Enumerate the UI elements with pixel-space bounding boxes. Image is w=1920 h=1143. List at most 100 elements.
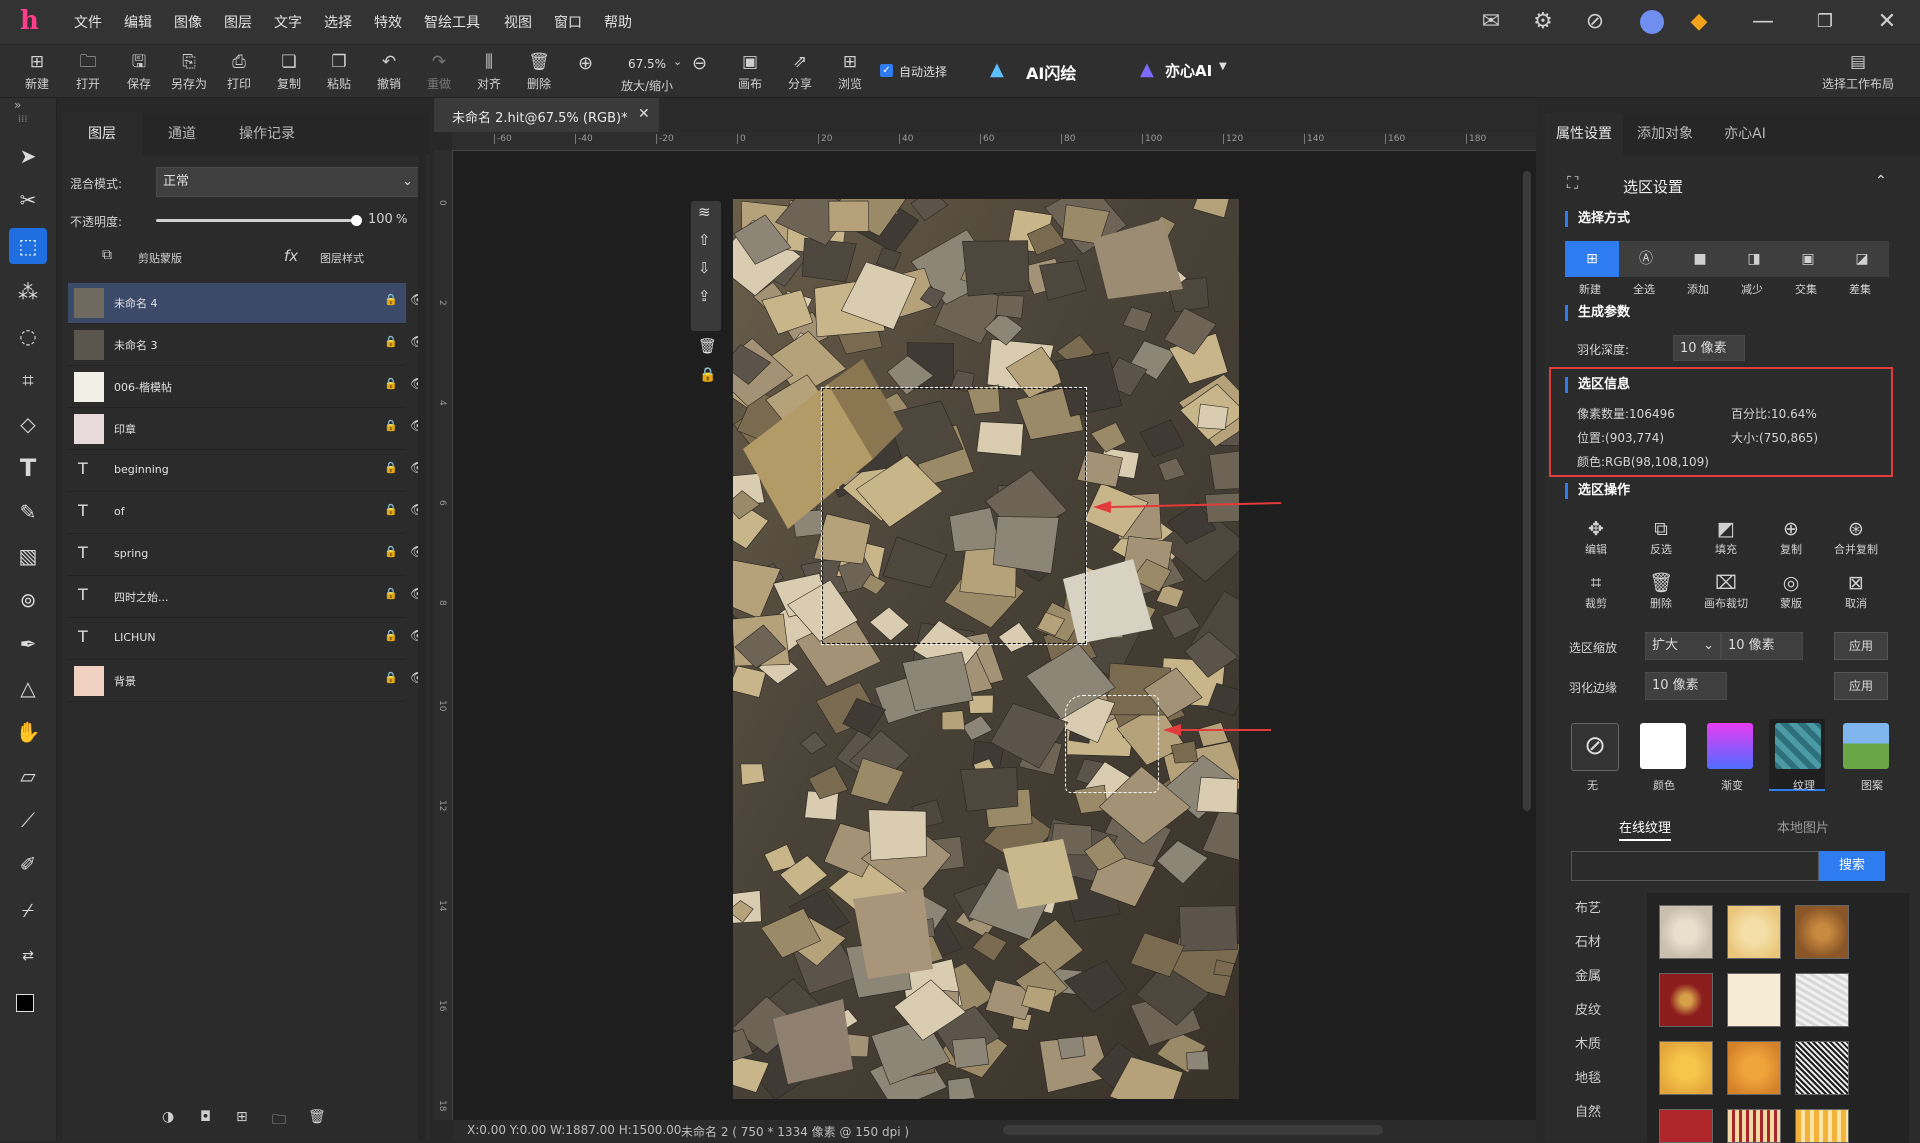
brush-tool-icon[interactable]: ✎: [9, 494, 47, 530]
lock-icon[interactable]: 🔒: [384, 419, 398, 432]
lock-icon[interactable]: 🔒: [384, 545, 398, 558]
restore-icon[interactable]: ❐: [1810, 8, 1840, 36]
copy-button[interactable]: ❏ 复制: [268, 51, 310, 92]
avatar[interactable]: [1640, 10, 1664, 34]
new-button[interactable]: ⊞ 新建: [16, 51, 58, 92]
edge-value-input[interactable]: 10 像素: [1645, 672, 1727, 700]
canvas-button[interactable]: ▣ 画布: [729, 51, 771, 92]
eraser-tool-icon[interactable]: ▧: [9, 538, 47, 574]
transform-tool-icon[interactable]: ▱: [9, 758, 47, 794]
undo-button[interactable]: ↶ 撤销: [368, 51, 410, 92]
menu-item[interactable]: 视图: [504, 12, 532, 32]
move-tool-icon[interactable]: ➤: [9, 138, 47, 174]
menu-item[interactable]: 选择: [324, 12, 352, 32]
lock-icon[interactable]: 🔒: [384, 503, 398, 516]
texture-thumb[interactable]: [1727, 1109, 1781, 1143]
delete-button[interactable]: 🗑 删除: [518, 51, 560, 92]
select-mode-button[interactable]: ◨: [1727, 241, 1781, 277]
yixin-ai-dropdown-icon[interactable]: ▼: [1219, 61, 1227, 72]
menu-item[interactable]: 窗口: [554, 12, 582, 32]
layer-row[interactable]: 006-楷模帖🔒👁: [68, 367, 427, 408]
texture-category[interactable]: 金属: [1575, 965, 1601, 984]
apply-edge-button[interactable]: 应用: [1834, 672, 1888, 700]
layer-row[interactable]: T四时之始...🔒👁: [68, 577, 427, 618]
layer-row[interactable]: TLICHUN🔒👁: [68, 619, 427, 660]
mail-icon[interactable]: ✉: [1476, 8, 1506, 36]
texture-category[interactable]: 自然: [1575, 1101, 1601, 1120]
delete-layer-icon[interactable]: 🗑: [308, 1109, 326, 1125]
texture-thumb[interactable]: [1727, 905, 1781, 959]
texture-category[interactable]: 石材: [1575, 931, 1601, 950]
collapse-icon[interactable]: »: [14, 98, 21, 112]
fill-tool-icon[interactable]: ◇: [9, 406, 47, 442]
minimize-icon[interactable]: —: [1748, 8, 1778, 36]
gradient-fill-swatch[interactable]: [1707, 723, 1753, 769]
lock-icon[interactable]: 🔒: [384, 671, 398, 684]
smudge-tool-icon[interactable]: ⟋: [9, 802, 47, 838]
zoom-value[interactable]: 67.5%: [612, 57, 682, 71]
shape-tool-icon[interactable]: △: [9, 670, 47, 706]
opacity-slider-handle[interactable]: [351, 215, 362, 226]
yixin-ai-button[interactable]: 亦心AI: [1165, 60, 1212, 81]
tab-online-texture[interactable]: 在线纹理: [1619, 817, 1672, 841]
texture-thumb[interactable]: [1795, 905, 1849, 959]
opacity-slider[interactable]: [156, 219, 356, 222]
save-as-button[interactable]: ⎘ 另存为: [168, 51, 210, 92]
share-button[interactable]: ⇗ 分享: [779, 51, 821, 92]
menu-item[interactable]: 特效: [374, 12, 402, 32]
cutout-tool-icon[interactable]: ✂: [9, 182, 47, 218]
text-tool-icon[interactable]: T: [9, 450, 47, 486]
tab-yixin-ai[interactable]: 亦心AI: [1707, 113, 1783, 155]
crop-tool-icon[interactable]: ⌗: [9, 362, 47, 398]
clone-tool-icon[interactable]: ⊚: [9, 582, 47, 618]
texture-category[interactable]: 木质: [1575, 1033, 1601, 1052]
zoom-out-icon[interactable]: ⊖: [692, 53, 707, 74]
fx-icon[interactable]: fx: [284, 247, 298, 265]
apply-scale-button[interactable]: 应用: [1834, 632, 1888, 660]
tab-layers[interactable]: 图层: [62, 113, 142, 155]
align-button[interactable]: ⫼ 对齐: [468, 51, 510, 92]
foreground-color[interactable]: [16, 994, 34, 1012]
swap-colors-icon[interactable]: ⇄: [9, 938, 47, 974]
menu-item[interactable]: 智绘工具: [424, 12, 480, 32]
texture-thumb[interactable]: [1795, 1041, 1849, 1095]
tab-channels[interactable]: 通道: [142, 113, 222, 155]
menu-item[interactable]: 图层: [224, 12, 252, 32]
workspace-layout-button[interactable]: ▤ 选择工作布局: [1820, 51, 1896, 92]
scale-value-input[interactable]: 10 像素: [1721, 632, 1803, 660]
texture-category[interactable]: 布艺: [1575, 897, 1601, 916]
layer-style-label[interactable]: 图层样式: [320, 250, 364, 266]
texture-thumb[interactable]: [1659, 1109, 1713, 1143]
selection-op-button[interactable]: ✥ 编辑: [1571, 517, 1621, 557]
layer-row[interactable]: Tof🔒👁: [68, 493, 427, 534]
texture-category[interactable]: 皮纹: [1575, 999, 1601, 1018]
rect-select-tool-icon[interactable]: ⬚: [9, 228, 47, 264]
settings-icon[interactable]: ⚙: [1528, 8, 1558, 36]
texture-thumb[interactable]: [1727, 973, 1781, 1027]
menu-item[interactable]: 文字: [274, 12, 302, 32]
add-mask-icon[interactable]: ◘: [200, 1109, 211, 1125]
selection-op-button[interactable]: ◩ 填充: [1701, 517, 1751, 557]
print-button[interactable]: ⎙ 打印: [218, 51, 260, 92]
selection-op-button[interactable]: 🗑 删除: [1636, 571, 1686, 611]
zoom-in-icon[interactable]: ⊕: [578, 53, 593, 74]
no-fill-icon[interactable]: ⊘: [1571, 723, 1619, 771]
open-button[interactable]: 🗀 打开: [67, 51, 109, 92]
tab-local-image[interactable]: 本地图片: [1777, 817, 1829, 836]
close-icon[interactable]: ✕: [1872, 8, 1902, 36]
lock-icon[interactable]: 🔒: [384, 587, 398, 600]
texture-category[interactable]: 地毯: [1575, 1067, 1601, 1086]
lock-icon[interactable]: 🔒: [384, 461, 398, 474]
texture-thumb[interactable]: [1659, 973, 1713, 1027]
color-fill-swatch[interactable]: [1640, 723, 1686, 769]
lock-icon[interactable]: 🔒: [384, 629, 398, 642]
selection-op-button[interactable]: ⊠ 取消: [1831, 571, 1881, 611]
browse-button[interactable]: ⊞ 浏览: [829, 51, 871, 92]
lock-icon[interactable]: 🔒: [384, 377, 398, 390]
tab-add-object[interactable]: 添加对象: [1623, 113, 1707, 155]
pen-tool-icon[interactable]: ✒: [9, 626, 47, 662]
adjustment-layer-icon[interactable]: ◑: [162, 1109, 174, 1125]
menu-item[interactable]: 图像: [174, 12, 202, 32]
ai-flash-button[interactable]: AI闪绘: [1026, 60, 1076, 84]
select-mode-button[interactable]: ⊞: [1565, 241, 1619, 277]
